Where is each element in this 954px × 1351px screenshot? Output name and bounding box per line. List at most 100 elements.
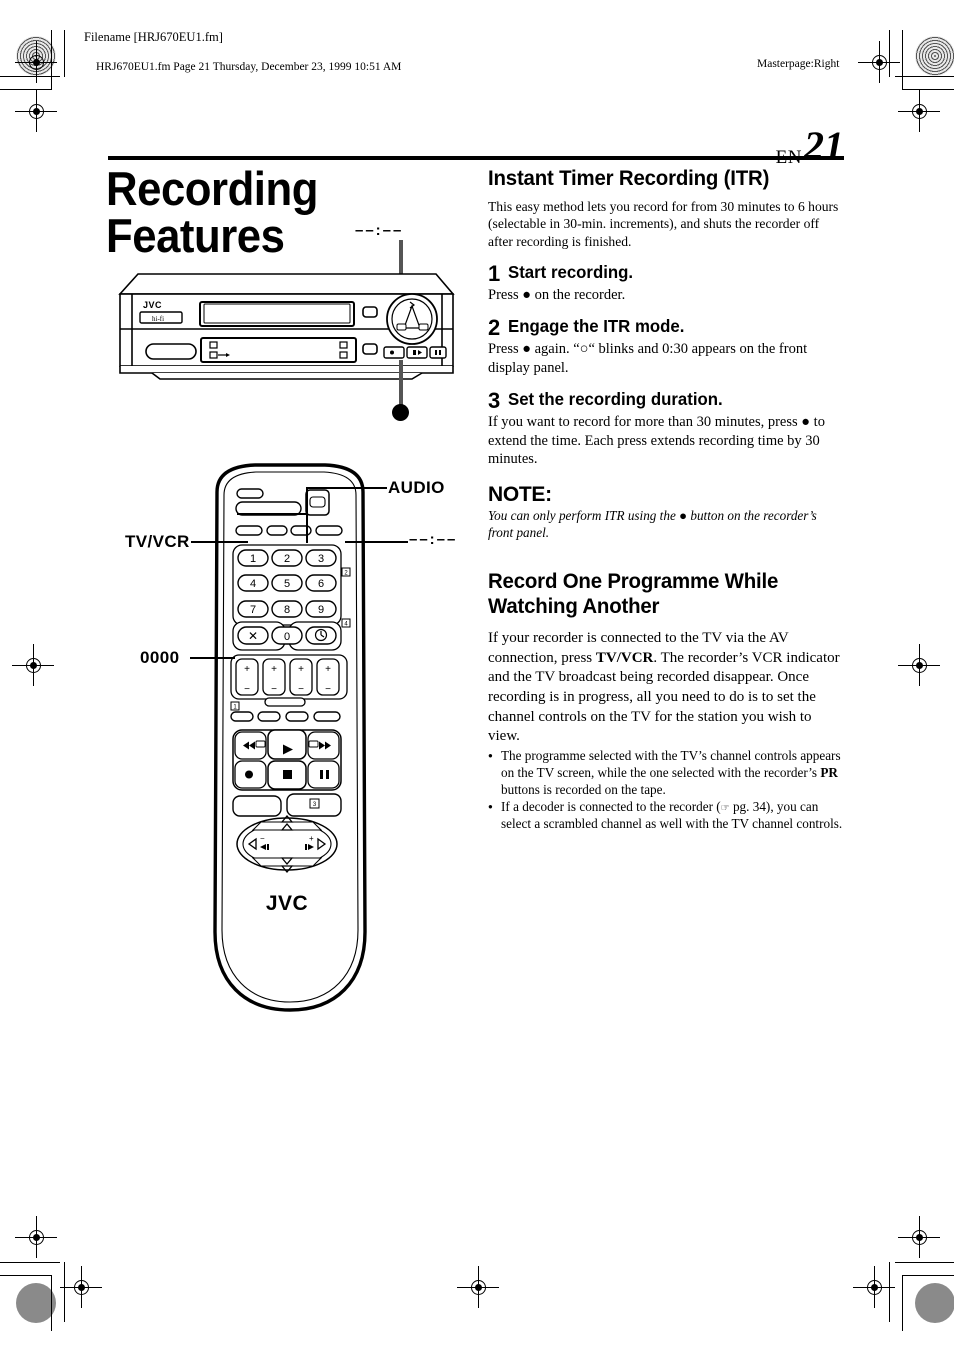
itr-intro: This easy method lets you record for fro… — [488, 199, 839, 249]
vcr-display-dashes-callout: ––:–– — [355, 222, 404, 239]
svg-text:−: − — [271, 684, 277, 695]
label-tv-vcr: TV/VCR — [125, 532, 190, 551]
step-1-number: 1 — [488, 260, 501, 286]
bullet-1-b: buttons is recorded on the tape. — [501, 781, 666, 797]
svg-text:−: − — [325, 684, 331, 695]
step-3-body: If you want to record for more than 30 m… — [488, 414, 825, 468]
step-1-title: Start recording. — [508, 261, 634, 282]
leader-wide-bar — [237, 513, 307, 515]
remote-key-6: 6 — [318, 578, 324, 590]
svg-text:+: + — [325, 664, 331, 675]
label-audio: AUDIO — [388, 478, 445, 497]
step-3-number: 3 — [488, 388, 501, 414]
registration-mark-bottom-right — [853, 1266, 895, 1308]
svg-text:hi-fi: hi-fi — [152, 315, 164, 323]
step-3-title: Set the recording duration. — [508, 389, 723, 410]
vcr-illustration: JVC hi-fi — [112, 262, 462, 382]
remote-key-2: 2 — [284, 553, 290, 565]
bullet-2-pgref: pg. 34 — [732, 799, 766, 815]
crop-line-top-left-v — [51, 30, 52, 90]
svg-text:−: − — [260, 834, 265, 843]
remote-key-4: 4 — [250, 578, 256, 590]
leader-tv-vcr — [191, 541, 248, 543]
registration-mark-bottom-center — [457, 1266, 499, 1308]
leader-0000 — [190, 657, 235, 659]
inline-pr: PR — [820, 764, 838, 780]
pointing-hand-icon: ☞ — [720, 803, 730, 815]
note-body: You can only perform ITR using the ● but… — [488, 508, 817, 540]
registration-mark-top-right — [858, 41, 900, 83]
leader-audio-vertical — [306, 487, 308, 543]
header-rule — [108, 156, 844, 160]
remote-key-8: 8 — [284, 604, 290, 616]
filename-header: Filename [HRJ670EU1.fm] — [84, 30, 223, 44]
registration-mark-lower-right — [898, 1216, 940, 1258]
section-heading-itr: Instant Timer Recording (ITR) — [488, 166, 770, 190]
remote-key-3: 3 — [318, 553, 324, 565]
step-1-body: Press ● on the recorder. — [488, 286, 626, 303]
step-3: 3 Set the recording duration. — [488, 390, 844, 412]
step-2-body: Press ● again. “○“ blinks and 0:30 appea… — [488, 341, 808, 376]
remote-key-9: 9 — [318, 604, 324, 616]
registration-mark-mid-right — [898, 644, 940, 686]
crop-line-top-right-h2 — [903, 89, 954, 90]
step-2-number: 2 — [488, 315, 501, 341]
crop-line-bottom-left-v2 — [64, 1262, 65, 1322]
crop-line-bottom-right-v — [902, 1275, 903, 1331]
right-column: Instant Timer Recording (ITR) This easy … — [488, 166, 844, 834]
bullet-1-a: The programme selected with the TV’s cha… — [501, 747, 841, 780]
page-number: 21 — [804, 123, 844, 168]
note-label: NOTE: — [488, 483, 552, 507]
remote-brand-text: JVC — [266, 892, 308, 915]
svg-text:+: + — [298, 664, 304, 675]
file-info-line: HRJ670EU1.fm Page 21 Thursday, December … — [96, 61, 402, 73]
step-2: 2 Engage the ITR mode. — [488, 317, 844, 339]
svg-text:+: + — [244, 664, 250, 675]
remote-key-7: 7 — [250, 604, 256, 616]
crop-line-top-right-v — [902, 30, 903, 90]
label-0000: 0000 — [140, 648, 180, 667]
svg-text:−: − — [298, 684, 304, 695]
record-one-intro: If your recorder is connected to the TV … — [488, 629, 844, 747]
bullet-item-1: The programme selected with the TV’s cha… — [488, 748, 844, 798]
halftone-blob-top-right — [915, 36, 954, 76]
remote-key-cancel: ✕ — [248, 629, 258, 643]
section-heading-line-2: Watching Another — [488, 594, 660, 619]
svg-text:+: + — [271, 664, 277, 675]
masterpage-label: Masterpage:Right — [757, 58, 840, 70]
registration-mark-bottom-left — [60, 1266, 102, 1308]
crop-line-top-right-h — [895, 76, 954, 77]
page-number-block: EN21 — [776, 122, 844, 169]
step-1: 1 Start recording. — [488, 260, 844, 286]
vcr-brand-text: JVC — [143, 300, 162, 310]
crop-line-bottom-right-h2 — [903, 1275, 954, 1276]
registration-mark-upper-right — [898, 90, 940, 132]
registration-mark-mid-left — [12, 644, 54, 686]
bullet-2-a: If a decoder is connected to the recorde… — [501, 799, 721, 815]
crop-line-bottom-left-h — [0, 1262, 60, 1263]
bullet-item-2: If a decoder is connected to the recorde… — [488, 799, 844, 833]
inline-tv-vcr: TV/VCR — [595, 649, 654, 666]
crop-line-bottom-left-h2 — [0, 1275, 52, 1276]
registration-mark-upper-left — [15, 90, 57, 132]
record-callout-leader — [399, 360, 403, 405]
section-heading-record-one: Record One Programme While Watching Anot… — [488, 569, 826, 621]
record-one-bullets: The programme selected with the TV’s cha… — [488, 748, 844, 833]
section-heading-line-1: Record One Programme While — [488, 568, 779, 593]
crop-line-bottom-right-h — [895, 1262, 954, 1263]
remote-key-0: 0 — [284, 631, 290, 643]
crop-line-bottom-right-v2 — [889, 1262, 890, 1322]
crop-line-top-left-h2 — [0, 89, 52, 90]
step-2-title: Engage the ITR mode. — [508, 316, 685, 337]
remote-display-dashes-callout: ––:–– — [409, 531, 458, 548]
crop-line-bottom-left-v — [51, 1275, 52, 1331]
record-button-callout-dot — [392, 404, 409, 421]
halftone-blob-bottom-right — [915, 1283, 954, 1323]
remote-key-1: 1 — [250, 553, 256, 565]
leader-display-right — [345, 541, 408, 543]
remote-control-illustration: 1 2 3 4 5 6 7 8 9 ✕ 0 2 4 1 3 + − + − + … — [205, 462, 375, 1022]
svg-text:−: − — [244, 684, 250, 695]
leader-audio-horizontal — [307, 487, 387, 489]
remote-key-5: 5 — [284, 578, 290, 590]
halftone-blob-bottom-left — [16, 1283, 56, 1323]
